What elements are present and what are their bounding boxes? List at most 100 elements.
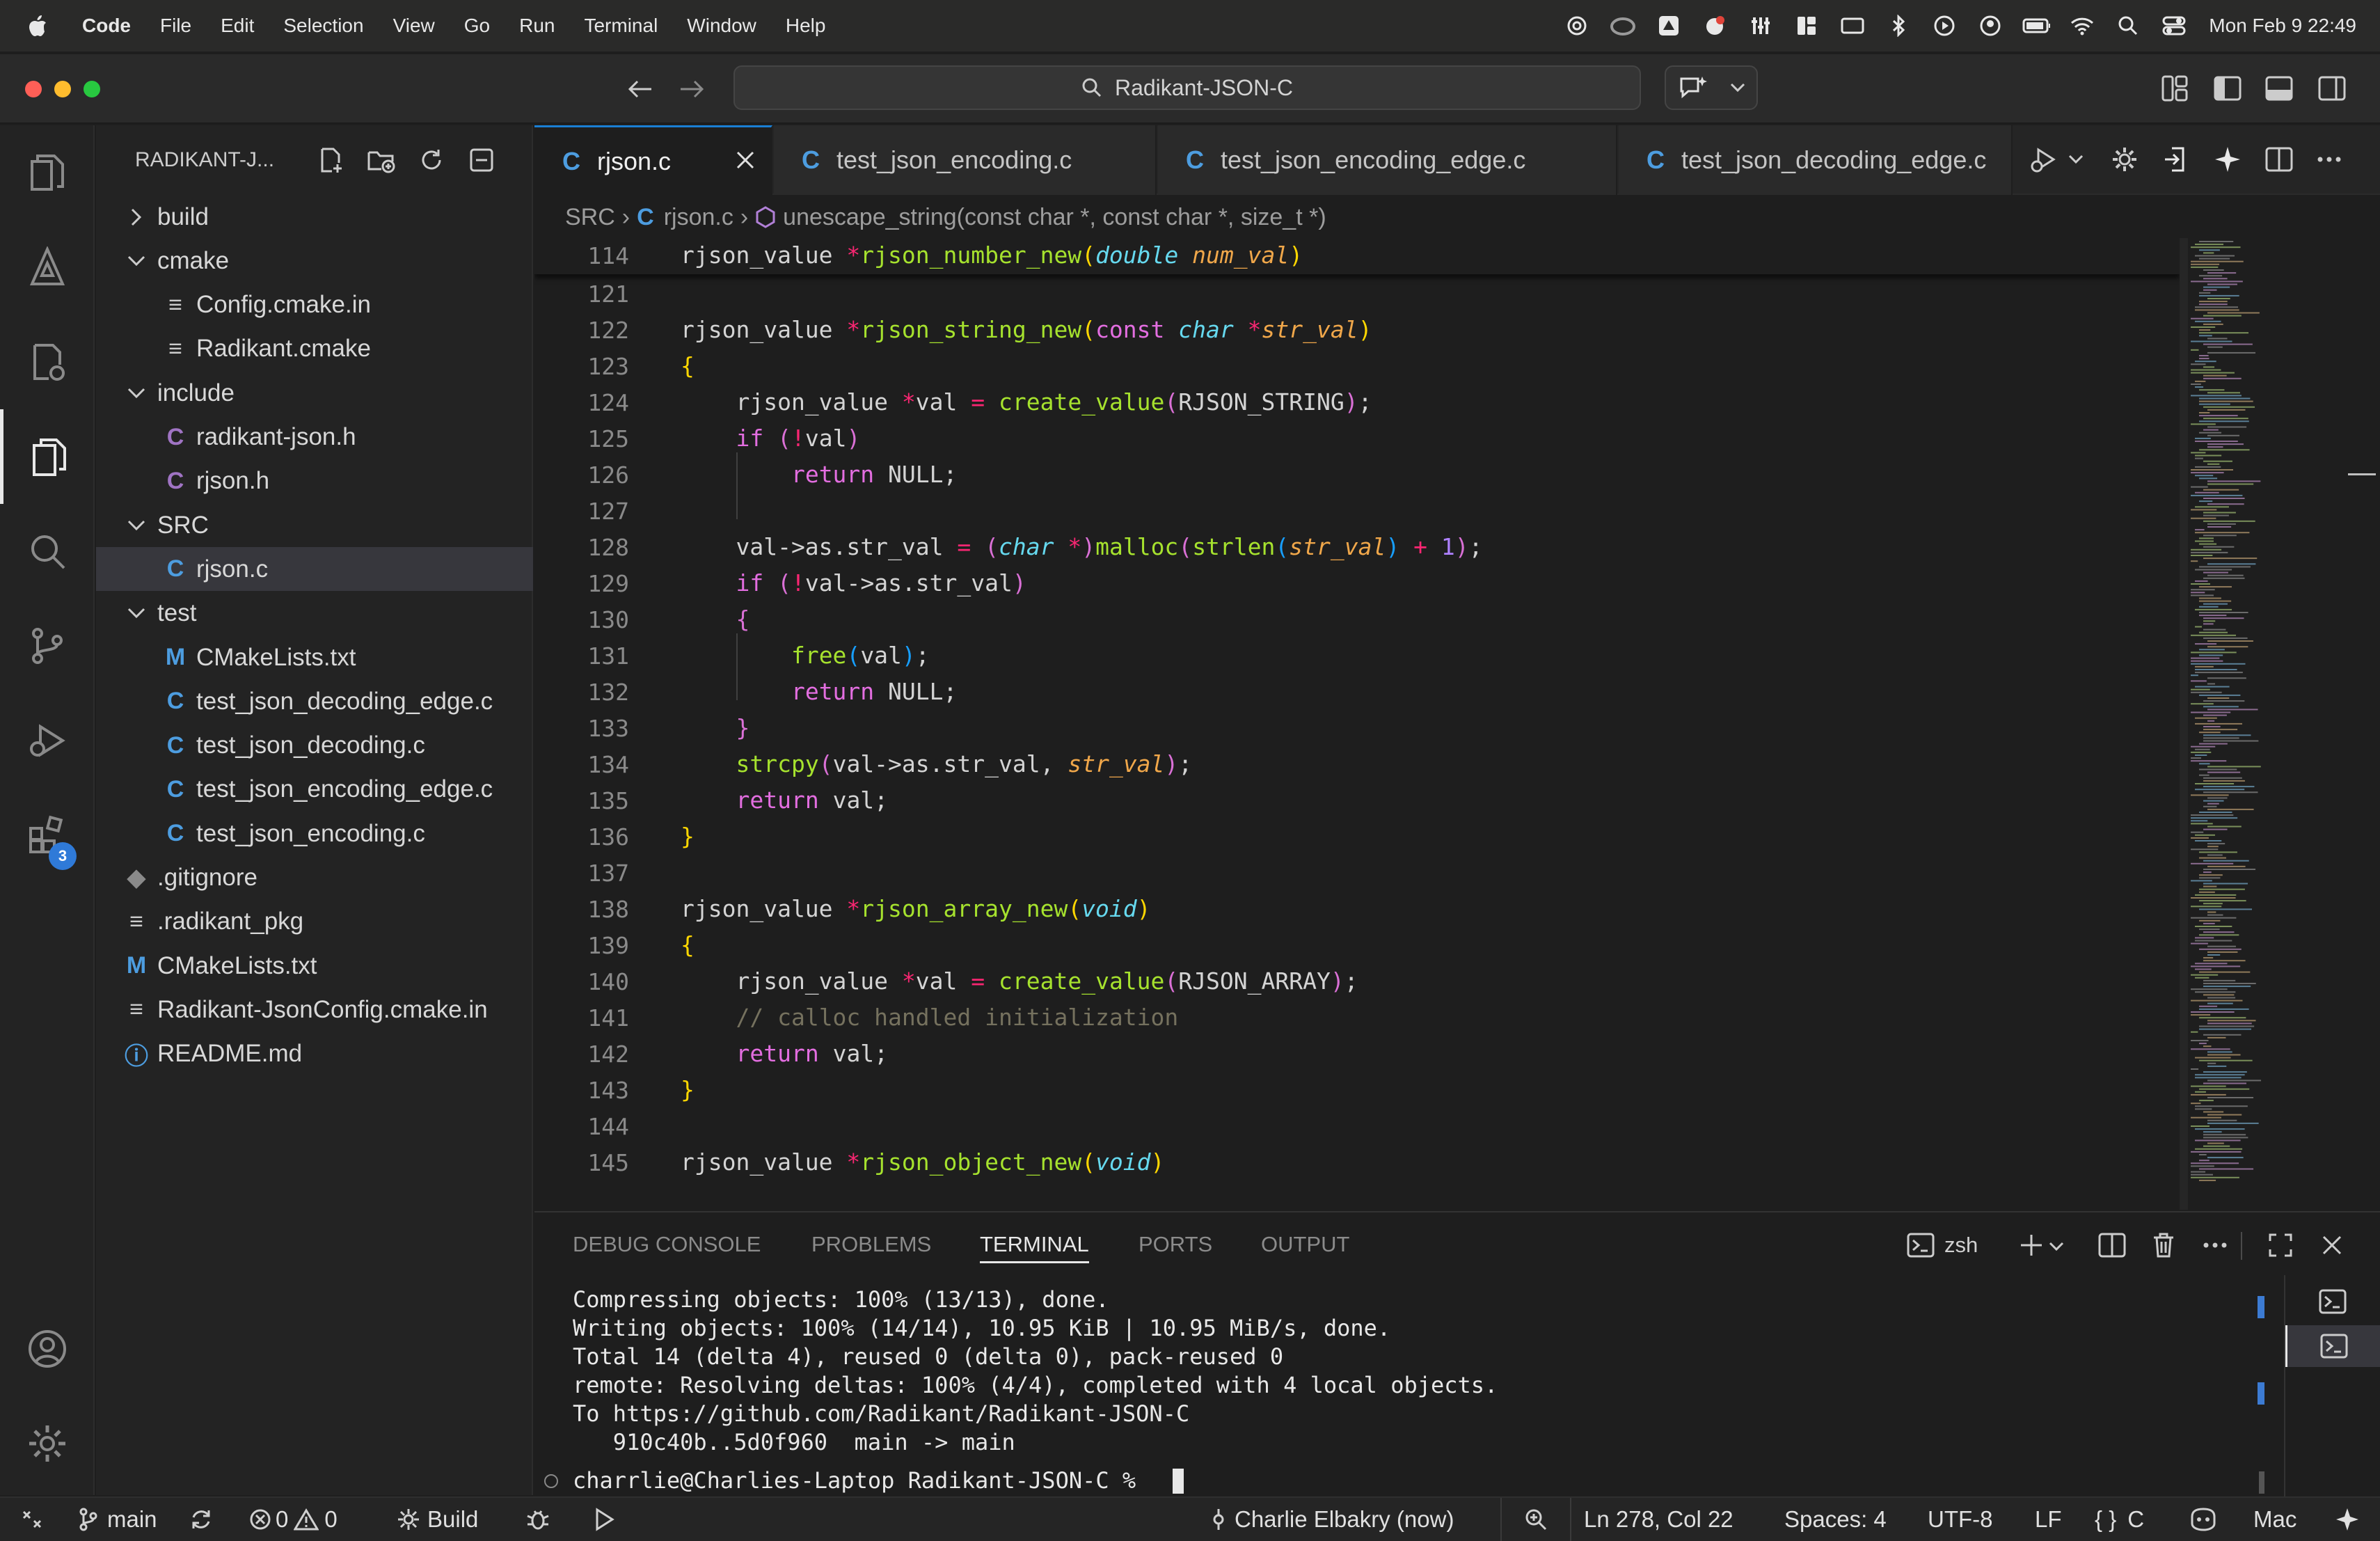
tree-file[interactable]: Ctest_json_encoding_edge.c [96,768,533,812]
panel-tab-debug-console[interactable]: DEBUG CONSOLE [573,1232,761,1257]
layout-app-icon[interactable] [1793,12,1820,40]
debug-bug-icon[interactable] [521,1498,555,1541]
tree-folder[interactable]: include [96,371,533,415]
collapse-folders-icon[interactable] [465,148,498,173]
openai-icon[interactable] [1563,12,1591,40]
end-of-line[interactable]: LF [2035,1498,2062,1541]
terminal-scrollbar[interactable] [2259,1471,2264,1494]
menu-help[interactable]: Help [786,15,826,37]
tab-test-json-encoding-edge[interactable]: C test_json_encoding_edge.c [1158,125,1617,195]
file-encoding[interactable]: UTF-8 [1928,1498,1993,1541]
kill-terminal-trash-icon[interactable] [2148,1229,2180,1261]
close-window-button[interactable] [25,81,42,97]
sticky-scroll-line[interactable]: 114 rjson_value *rjson_number_new(double… [534,238,2180,274]
branch-indicator[interactable]: main [78,1498,157,1541]
tree-file[interactable]: ≡ Radikant.cmake [96,327,533,371]
workspace-title[interactable]: RADIKANT-J... [135,148,309,172]
tree-file[interactable]: ◆ .gitignore [96,856,533,900]
tree-file[interactable]: Ctest_json_decoding.c [96,724,533,768]
menu-selection[interactable]: Selection [283,15,363,37]
bluetooth-icon[interactable] [1885,12,1912,40]
menu-app-name[interactable]: Code [82,15,131,37]
tree-file[interactable]: M CMakeLists.txt [96,944,533,988]
run-options-chevron-icon[interactable] [2065,149,2086,170]
terminal-profiles-chevron-icon[interactable] [2046,1236,2067,1257]
breadcrumb-symbol[interactable]: unescape_string(const char *, const char… [783,204,1326,231]
sparkle-assistant-icon[interactable] [0,220,95,315]
minimap-slider-track[interactable] [2180,238,2188,1210]
menu-edit[interactable]: Edit [221,15,254,37]
google-drive-icon[interactable] [1655,12,1683,40]
zoom-magnifier-icon[interactable] [1518,1498,1553,1541]
platform-indicator[interactable]: Mac [2253,1498,2296,1541]
accounts-icon[interactable] [0,1302,95,1396]
settings-gear-icon[interactable] [2109,143,2141,175]
run-file-icon[interactable] [2028,143,2060,175]
tree-file[interactable]: Crjson.c [96,547,533,592]
cursor-position[interactable]: Ln 278, Col 22 [1584,1498,1734,1541]
tree-file[interactable]: Ctest_json_decoding_edge.c [96,679,533,723]
menu-run[interactable]: Run [519,15,555,37]
menu-window[interactable]: Window [687,15,756,37]
toggle-secondary-sidebar-icon[interactable] [2315,71,2349,106]
menu-go[interactable]: Go [464,15,490,37]
refresh-explorer-icon[interactable] [415,148,448,173]
more-actions-icon[interactable] [2313,143,2345,175]
new-file-icon[interactable] [315,146,348,174]
tree-folder[interactable]: build [96,195,533,239]
new-folder-icon[interactable] [365,147,398,173]
minimize-window-button[interactable] [54,81,71,97]
play-circle-icon[interactable] [1930,12,1958,40]
search-view-icon[interactable] [0,504,95,599]
tab-test-json-decoding-edge[interactable]: C test_json_decoding_edge.c [1619,125,2013,195]
control-center-icon[interactable] [2160,12,2188,40]
split-terminal-icon[interactable] [2096,1229,2128,1261]
run-debug-icon[interactable] [0,693,95,788]
tree-file[interactable]: Ctest_json_encoding.c [96,812,533,855]
split-editor-icon[interactable] [2263,143,2295,175]
language-mode[interactable]: { } C [2095,1498,2144,1541]
terminal-instance-active-icon[interactable] [2285,1325,2380,1367]
spotlight-search-icon[interactable] [2114,12,2142,40]
tree-file[interactable]: ≡ Config.cmake.in [96,283,533,327]
panel-more-icon[interactable] [2199,1229,2231,1261]
forward-arrow-icon[interactable] [675,72,708,106]
zoom-window-button[interactable] [84,81,100,97]
back-arrow-icon[interactable] [624,72,657,106]
tree-folder[interactable]: SRC [96,503,533,547]
tree-file[interactable]: ⓘ README.md [96,1032,533,1076]
tree-file[interactable]: Crjson.h [96,459,533,503]
copilot-status-icon[interactable] [2184,1498,2223,1541]
panel-tab-problems[interactable]: PROBLEMS [811,1232,931,1257]
menu-clock[interactable]: Mon Feb 9 22:49 [2209,15,2356,37]
toggle-panel-icon[interactable] [2262,71,2296,106]
manage-gear-icon[interactable] [0,1396,95,1491]
panel-tab-terminal[interactable]: TERMINAL [980,1232,1089,1263]
sync-icon[interactable] [184,1498,219,1541]
sparkle-status-icon[interactable] [2330,1498,2365,1541]
problems-indicator[interactable]: 0 0 [249,1498,338,1541]
code-editor[interactable]: 114 rjson_value *rjson_number_new(double… [534,238,2180,1210]
close-tab-icon[interactable] [733,148,757,172]
terminal-instance-icon[interactable] [2285,1282,2380,1321]
terminal-shell-selector[interactable]: zsh [1907,1228,1978,1263]
battery-icon[interactable] [2022,12,2051,40]
run-play-icon[interactable] [587,1498,622,1541]
maximize-panel-icon[interactable] [2264,1229,2296,1261]
extensions-icon[interactable]: 3 [0,788,95,883]
customize-layout-icon[interactable] [2157,71,2192,106]
chat-toggle-button[interactable] [1665,65,1758,110]
command-center-search[interactable]: Radikant-JSON-C [733,65,1641,110]
user-circle-icon[interactable] [1976,12,2004,40]
tree-folder[interactable]: cmake [96,239,533,283]
remote-explorer-icon[interactable] [0,315,95,409]
breadcrumb-folder[interactable]: SRC [565,204,615,231]
open-changes-icon[interactable] [2160,143,2192,175]
menu-terminal[interactable]: Terminal [584,15,658,37]
breadcrumb-file[interactable]: rjson.c [664,204,733,231]
new-terminal-plus-icon[interactable] [2015,1229,2047,1261]
panel-tab-ports[interactable]: PORTS [1139,1232,1212,1257]
tree-file[interactable]: M CMakeLists.txt [96,635,533,679]
panel-tab-output[interactable]: OUTPUT [1261,1232,1349,1257]
tree-file[interactable]: Cradikant-json.h [96,416,533,459]
